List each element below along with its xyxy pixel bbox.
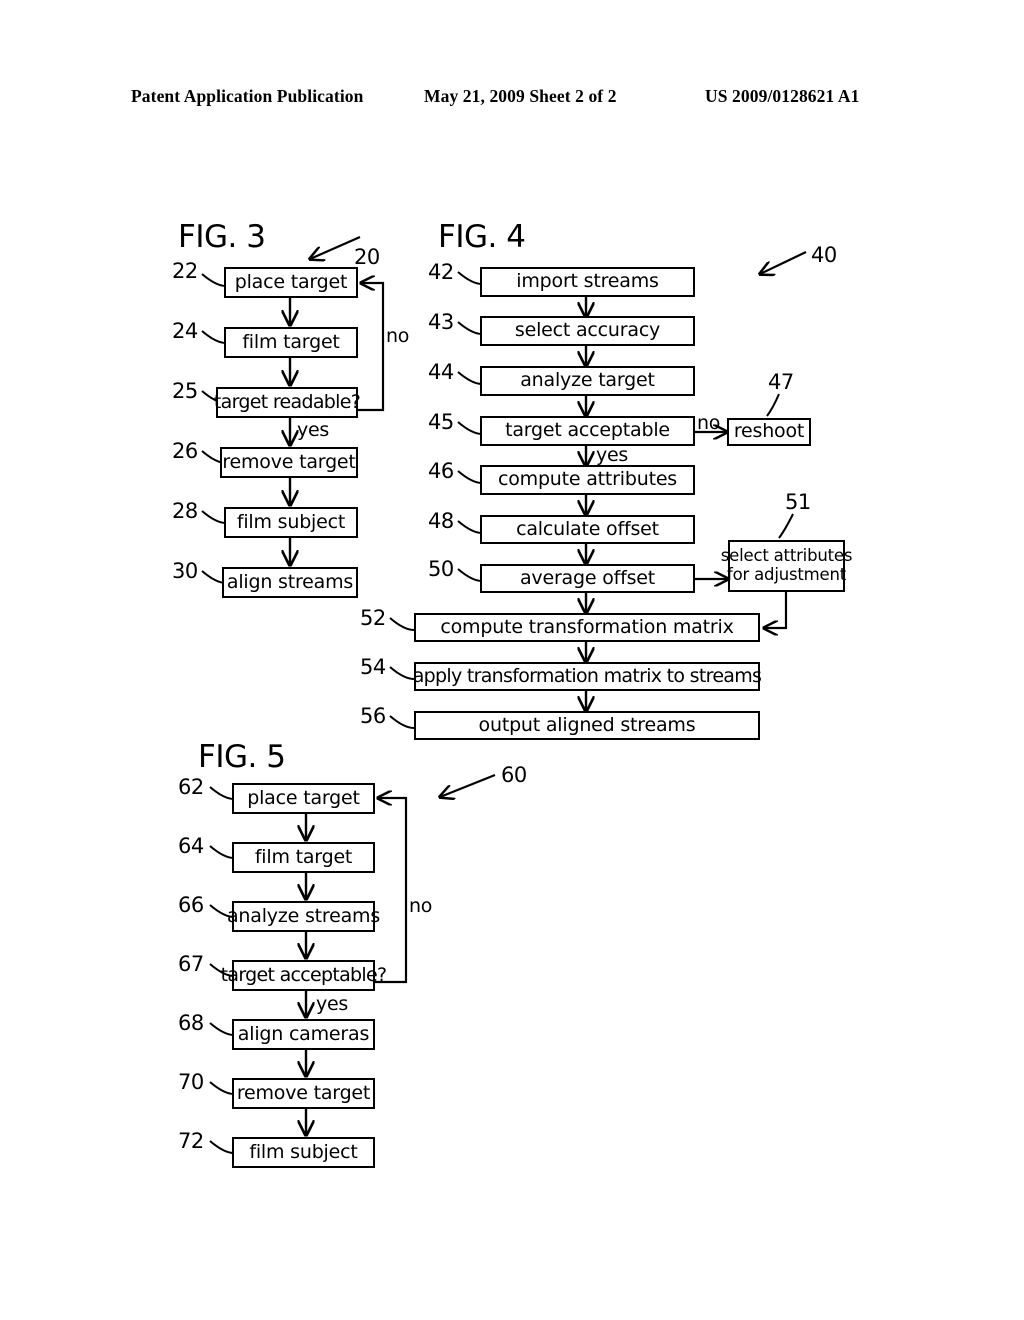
flow-box-film-subject-fig5[interactable]: film subject — [232, 1137, 375, 1168]
flow-box-compute-attributes[interactable]: compute attributes — [480, 465, 695, 495]
edge-label-yes-fig4: yes — [596, 444, 628, 466]
figure-title-fig4: FIG. 4 — [438, 219, 526, 255]
ref-numeral-68: 68 — [178, 1011, 204, 1035]
ref-numeral-30: 30 — [172, 559, 198, 583]
ref-numeral-44: 44 — [428, 360, 454, 384]
flow-box-remove-target-fig5[interactable]: remove target — [232, 1078, 375, 1109]
ref-numeral-70: 70 — [178, 1070, 204, 1094]
flow-box-analyze-streams[interactable]: analyze streams — [227, 901, 380, 932]
ref-numeral-67: 67 — [178, 952, 204, 976]
ref-numeral-28: 28 — [172, 499, 198, 523]
flow-box-place-target-fig5[interactable]: place target — [232, 783, 375, 814]
ref-numeral-48: 48 — [428, 509, 454, 533]
flow-box-output-aligned-streams[interactable]: output aligned streams — [414, 711, 760, 740]
flow-box-calculate-offset[interactable]: calculate offset — [480, 515, 695, 544]
ref-numeral-51: 51 — [785, 490, 811, 514]
ref-numeral-42: 42 — [428, 260, 454, 284]
select-attributes-line2: for adjustment — [727, 565, 846, 584]
ref-numeral-43: 43 — [428, 310, 454, 334]
ref-numeral-52: 52 — [360, 606, 386, 630]
flow-box-target-acceptable[interactable]: target acceptable — [480, 416, 695, 446]
figure-title-fig3: FIG. 3 — [178, 219, 266, 255]
system-ref-40: 40 — [811, 243, 837, 267]
flow-box-compute-transformation-matrix[interactable]: compute transformation matrix — [414, 613, 760, 642]
flow-box-align-streams[interactable]: align streams — [222, 567, 358, 598]
ref-numeral-24: 24 — [172, 319, 198, 343]
ref-numeral-66: 66 — [178, 893, 204, 917]
ref-numeral-72: 72 — [178, 1129, 204, 1153]
ref-numeral-64: 64 — [178, 834, 204, 858]
edge-label-no-fig5: no — [409, 895, 433, 917]
flow-box-remove-target[interactable]: remove target — [220, 447, 358, 478]
flow-box-film-target-fig5[interactable]: film target — [232, 842, 375, 873]
edge-label-no-fig3: no — [386, 325, 410, 347]
ref-numeral-54: 54 — [360, 655, 386, 679]
flow-box-analyze-target[interactable]: analyze target — [480, 366, 695, 396]
system-ref-60: 60 — [501, 763, 527, 787]
publication-type-label: Patent Application Publication — [131, 86, 364, 106]
flowchart-connectors — [201, 235, 807, 1154]
flow-box-film-target[interactable]: film target — [224, 327, 358, 358]
ref-numeral-25: 25 — [172, 379, 198, 403]
flow-box-align-cameras[interactable]: align cameras — [232, 1019, 375, 1050]
flow-box-select-accuracy[interactable]: select accuracy — [480, 316, 695, 346]
ref-numeral-47: 47 — [768, 370, 794, 394]
flow-box-film-subject[interactable]: film subject — [224, 507, 358, 538]
figure-title-fig5: FIG. 5 — [198, 739, 286, 775]
flow-box-apply-transformation-matrix[interactable]: apply transformation matrix to streams — [413, 662, 762, 691]
flow-box-select-attributes-for-adjustment[interactable]: select attributes for adjustment — [721, 540, 852, 592]
ref-numeral-62: 62 — [178, 775, 204, 799]
ref-numeral-50: 50 — [428, 557, 454, 581]
edge-label-yes-fig3: yes — [297, 419, 329, 441]
ref-numeral-22: 22 — [172, 259, 198, 283]
system-ref-20: 20 — [354, 245, 380, 269]
ref-numeral-45: 45 — [428, 410, 454, 434]
flow-box-average-offset[interactable]: average offset — [480, 564, 695, 593]
flow-box-import-streams[interactable]: import streams — [480, 267, 695, 297]
ref-numeral-26: 26 — [172, 439, 198, 463]
publication-date-sheet: May 21, 2009 Sheet 2 of 2 — [424, 86, 617, 106]
edge-label-no-fig4: no — [697, 412, 721, 434]
select-attributes-line1: select attributes — [720, 546, 853, 566]
flow-box-target-readable[interactable]: target readable? — [214, 387, 361, 418]
flow-box-place-target[interactable]: place target — [224, 267, 358, 298]
ref-numeral-46: 46 — [428, 459, 454, 483]
ref-numeral-56: 56 — [360, 704, 386, 728]
page-header: Patent Application Publication May 21, 2… — [0, 86, 1024, 112]
flow-box-target-acceptable-fig5[interactable]: target acceptable? — [221, 960, 387, 991]
publication-number: US 2009/0128621 A1 — [705, 86, 860, 106]
flow-box-reshoot[interactable]: reshoot — [727, 418, 811, 446]
edge-label-yes-fig5: yes — [316, 993, 348, 1015]
